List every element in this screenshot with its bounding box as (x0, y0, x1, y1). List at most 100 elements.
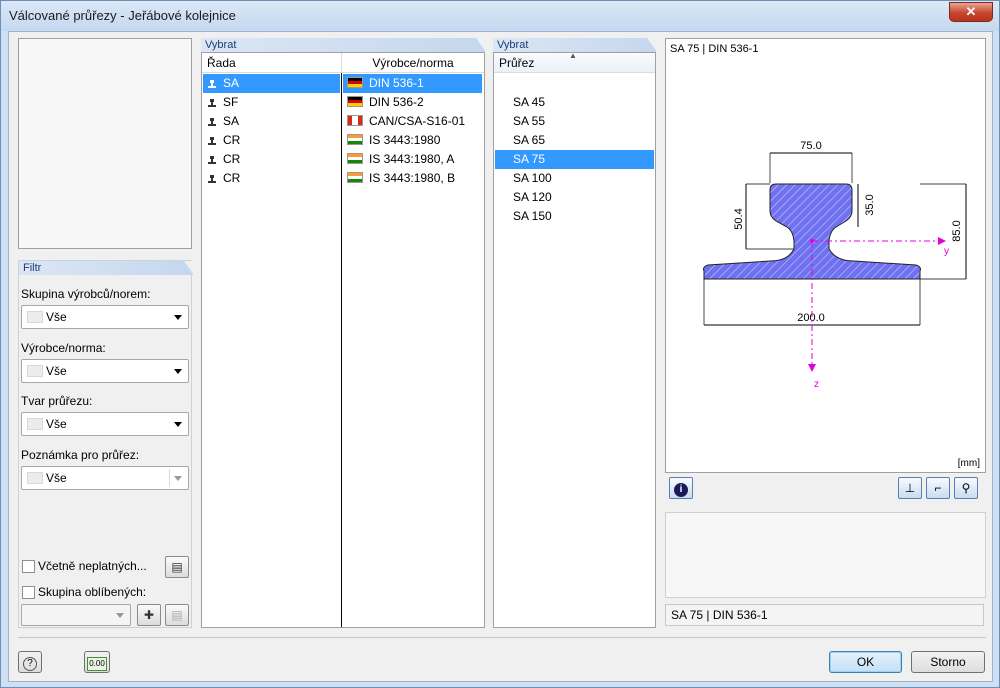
axis-y-arrow (938, 237, 946, 245)
invalid-info-button[interactable]: ▤ (165, 556, 189, 578)
group-select[interactable]: Vše (21, 305, 189, 329)
group-swatch (27, 311, 43, 323)
combo-separator (169, 469, 170, 487)
dimension-icon: ⊥ (904, 481, 916, 495)
axis-y-label: y (944, 246, 949, 257)
manufacturer-name: DIN 536-1 (369, 76, 424, 90)
new-folder-icon: ✚ (143, 608, 155, 622)
dim-text-height: 85.0 (951, 220, 963, 241)
show-dimensions-button[interactable]: ⊥ (898, 477, 922, 499)
series-name: CR (223, 171, 241, 185)
info-icon: i (674, 483, 688, 497)
series-row[interactable]: CR (203, 150, 340, 169)
series-name: SA (223, 114, 240, 128)
series-row[interactable]: CR (203, 131, 340, 150)
dialog-client: Filtr Skupina výrobců/norem: Vše Výrobce… (8, 31, 993, 682)
manufacturer-name: IS 3443:1980, B (369, 171, 456, 185)
shape-select[interactable]: Vše (21, 412, 189, 436)
manufacturer-select[interactable]: Vše (21, 359, 189, 383)
column-divider (341, 73, 342, 627)
series-row[interactable]: CR (203, 169, 340, 188)
cancel-button[interactable]: Storno (911, 651, 985, 673)
manufacturer-label: Výrobce/norma: (21, 341, 106, 355)
section-preview: SA 75 | DIN 536-1 75.0 50.4 35.0 85.0 20… (665, 38, 986, 473)
manufacturer-row[interactable]: IS 3443:1980 (343, 131, 482, 150)
section-row[interactable]: SA 45 (495, 93, 654, 112)
column-header-manufacturer[interactable]: Výrobce/norma (341, 53, 484, 73)
section-row[interactable]: SA 55 (495, 112, 654, 131)
edit-favorite-button[interactable]: ▤ (165, 604, 189, 626)
dim-text-top: 75.0 (800, 140, 821, 152)
dim-text-left: 50.4 (733, 208, 745, 229)
section-row[interactable]: SA 100 (495, 169, 654, 188)
chevron-down-icon (174, 315, 182, 320)
rail-series-icon (207, 132, 217, 145)
rail-series-icon (207, 94, 217, 107)
favorites-label: Skupina oblíbených: (38, 585, 147, 599)
help-button[interactable]: ? (18, 651, 42, 673)
window-title: Válcované průřezy - Jeřábové kolejnice (9, 8, 236, 23)
filter-header-label: Filtr (23, 262, 42, 274)
manufacturer-row[interactable]: IS 3443:1980, A (343, 150, 482, 169)
chevron-down-icon (174, 476, 182, 481)
column-header-section[interactable]: Průřez ▲ (494, 51, 655, 73)
preview-title: SA 75 | DIN 536-1 (670, 43, 759, 55)
note-select[interactable]: Vše (21, 466, 189, 490)
show-axes-button[interactable]: ⌐ (926, 477, 950, 499)
manufacturer-row[interactable]: CAN/CSA-S16-01 (343, 112, 482, 131)
section-row[interactable]: SA 150 (495, 207, 654, 226)
manufacturer-row[interactable]: IS 3443:1980, B (343, 169, 482, 188)
series-row[interactable]: SF (203, 93, 340, 112)
series-name: CR (223, 133, 241, 147)
axes-icon: ⌐ (934, 481, 942, 495)
units-label: [mm] (957, 458, 980, 469)
close-button[interactable]: ✕ (949, 2, 993, 22)
manufacturer-row[interactable]: DIN 536-2 (343, 93, 482, 112)
table-icon: ▤ (171, 560, 183, 574)
series-picture-box (18, 38, 192, 249)
new-favorite-button[interactable]: ✚ (137, 604, 161, 626)
section-drawing: 75.0 50.4 35.0 85.0 200.0 y z (703, 140, 967, 390)
section-list: Průřez ▲ SA 45 SA 55 SA 65 SA 75 SA 100 SA 12… (493, 51, 656, 628)
favorites-checkbox[interactable] (22, 586, 35, 599)
series-row[interactable]: SA (203, 112, 340, 131)
dim-text-base: 200.0 (797, 312, 825, 324)
section-row[interactable]: SA 65 (495, 131, 654, 150)
series-name: CR (223, 152, 241, 166)
group-label: Skupina výrobců/norem: (21, 287, 151, 301)
rail-series-icon (207, 75, 217, 88)
series-panel-header: Vybrat (201, 38, 486, 52)
filter-panel: Filtr Skupina výrobců/norem: Vše Výrobce… (18, 260, 194, 628)
series-row[interactable]: SA (203, 74, 340, 93)
flag-in-icon (347, 153, 363, 164)
chevron-down-icon (174, 422, 182, 427)
centroid-dot (810, 239, 814, 243)
preview-toolbar: i ⊥ ⌐ ⚲ (665, 473, 986, 503)
manufacturer-value: Vše (46, 364, 67, 378)
section-row[interactable]: SA 120 (495, 188, 654, 207)
calculator-icon: 0.00 (87, 657, 107, 671)
ok-button[interactable]: OK (829, 651, 902, 673)
column-header-series[interactable]: Řada (202, 53, 341, 73)
series-list: Řada Výrobce/norma SA DIN 536-1 SF DIN 536-… (201, 52, 485, 628)
sort-ascending-icon: ▲ (569, 51, 577, 60)
calculator-button[interactable]: 0.00 (84, 651, 110, 673)
manufacturer-name: IS 3443:1980, A (369, 152, 455, 166)
manufacturer-name: IS 3443:1980 (369, 133, 441, 147)
manufacturer-row[interactable]: DIN 536-1 (343, 74, 482, 93)
section-panel-title: Vybrat (497, 39, 529, 51)
manufacturer-name: DIN 536-2 (369, 95, 424, 109)
favorites-select[interactable] (21, 604, 131, 626)
flag-in-icon (347, 172, 363, 183)
manufacturer-swatch (27, 365, 43, 377)
axis-z-label: z (814, 379, 819, 390)
note-swatch (27, 472, 43, 484)
section-row[interactable]: SA 75 (495, 150, 654, 169)
reset-view-button[interactable]: ⚲ (954, 477, 978, 499)
include-invalid-label: Včetně neplatných... (38, 559, 147, 573)
column-header-section-label: Průřez (499, 56, 535, 70)
info-button[interactable]: i (669, 477, 693, 499)
note-value: Vše (46, 471, 67, 485)
shape-label: Tvar průřezu: (21, 394, 93, 408)
include-invalid-checkbox[interactable] (22, 560, 35, 573)
